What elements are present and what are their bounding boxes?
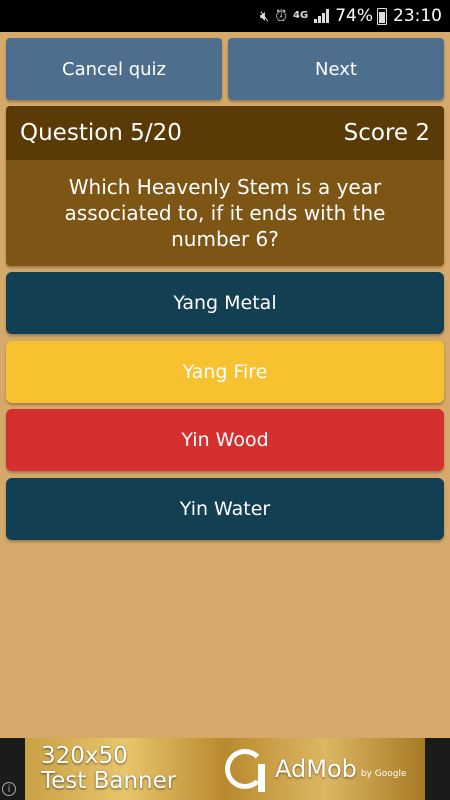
question-card: Question 5/20 Score 2 Which Heavenly Ste… xyxy=(6,106,444,266)
ad-size-text: 320x50 xyxy=(41,743,128,769)
score: Score 2 xyxy=(343,120,430,146)
ad-by-google: by Google xyxy=(360,769,407,779)
answer-button[interactable]: Yin Water xyxy=(6,478,444,540)
battery-icon xyxy=(377,7,387,25)
admob-logo-icon xyxy=(225,749,265,792)
top-buttons: Cancel quiz Next xyxy=(6,38,444,100)
question-text: Which Heavenly Stem is a year associated… xyxy=(6,160,444,266)
ad-label: Test Banner xyxy=(41,768,177,794)
ad-brand: AdMob xyxy=(275,755,357,783)
ad-text: 320x50 Test Banner xyxy=(25,744,225,794)
clock: 23:10 xyxy=(393,6,442,26)
network-type: 4G xyxy=(293,10,309,21)
mute-icon: 🔇︎ xyxy=(259,7,270,25)
next-button[interactable]: Next xyxy=(228,38,444,100)
ad-info-icon[interactable]: i xyxy=(2,782,16,796)
ad-banner[interactable]: 320x50 Test Banner AdMob by Google i xyxy=(0,738,450,800)
question-header: Question 5/20 Score 2 xyxy=(6,106,444,160)
alarm-icon: ⏰︎ xyxy=(275,7,288,25)
cancel-quiz-button[interactable]: Cancel quiz xyxy=(6,38,222,100)
answer-button[interactable]: Yang Fire xyxy=(6,341,444,403)
status-bar: 🔇︎ ⏰︎ 4G 74% 23:10 xyxy=(0,0,450,32)
answer-button[interactable]: Yin Wood xyxy=(6,409,444,471)
status-icons: 🔇︎ ⏰︎ 4G xyxy=(259,7,330,25)
battery-percent: 74% xyxy=(335,6,373,26)
ad-content[interactable]: 320x50 Test Banner AdMob by Google xyxy=(25,738,425,800)
signal-icon xyxy=(314,9,330,23)
question-progress: Question 5/20 xyxy=(20,120,182,146)
answer-button[interactable]: Yang Metal xyxy=(6,272,444,334)
